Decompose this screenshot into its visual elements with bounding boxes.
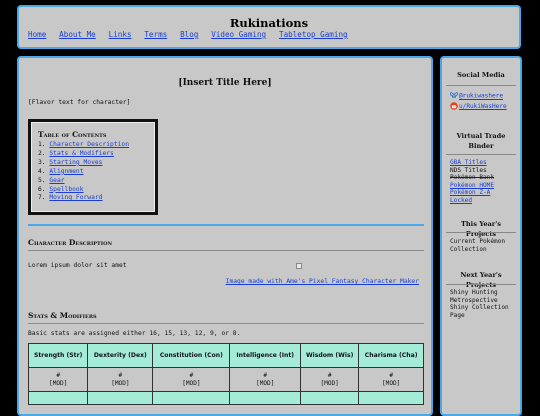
stat-cell: # [MOD]	[152, 367, 231, 392]
stat-col-header: Charisma (Cha)	[358, 343, 424, 368]
nav-blog[interactable]: Blog	[180, 30, 198, 39]
toc-link-spellbook[interactable]: Spellbook	[49, 186, 83, 193]
stat-cell	[27, 391, 89, 405]
toc-link-character-description[interactable]: Character Description	[49, 141, 129, 148]
description-text: Lorem ipsum dolor sit amet	[28, 262, 127, 269]
toc-item: 4. Alignment	[38, 167, 84, 175]
stat-cell: # [MOD]	[87, 367, 154, 392]
next-year-heading: Next Year's Projects	[460, 271, 502, 289]
nav-home[interactable]: Home	[28, 30, 46, 39]
sidebar-divider	[446, 154, 516, 155]
site-header: Rukinations Home About Me Links Terms Bl…	[17, 5, 521, 49]
reddit-icon	[450, 102, 458, 110]
stat-cell	[229, 391, 302, 405]
flavor-text: [Flavor text for character]	[28, 99, 131, 106]
sidebar-divider	[446, 85, 516, 86]
this-year-heading: This Year's Projects	[460, 220, 502, 238]
image-caption: Image made with Ame's Pixel Fantasy Char…	[19, 278, 419, 285]
toc-item: 5. Gear	[38, 176, 65, 184]
character-maker-link[interactable]: Image made with Ame's Pixel Fantasy Char…	[226, 278, 419, 285]
toc-link-stats-modifiers[interactable]: Stats & Modifiers	[49, 150, 113, 157]
sidebar-divider	[446, 284, 516, 285]
stats-table: Strength (Str) Dexterity (Dex) Constitut…	[27, 343, 424, 405]
stats-header-row: Strength (Str) Dexterity (Dex) Constitut…	[27, 343, 424, 368]
stat-cell	[300, 391, 360, 405]
sidebar: Social Media @rukiwashere u/RukiWasHere …	[440, 56, 522, 416]
stat-cell: # [MOD]	[229, 367, 302, 392]
social-link-bluesky[interactable]: @rukiwashere	[450, 92, 503, 100]
stats-intro-text: Basic stats are assigned either 16, 15, …	[28, 330, 241, 337]
this-year-text: Current Pokémon Collection	[450, 238, 506, 253]
character-image	[296, 263, 302, 269]
stat-cell: # [MOD]	[27, 367, 89, 392]
table-of-contents: Table of Contents 1. Character Descripti…	[28, 119, 158, 215]
nav-video-gaming[interactable]: Video Gaming	[211, 30, 266, 39]
toc-item: 7. Moving Forward	[38, 194, 103, 202]
stats-next-row	[27, 391, 424, 405]
toc-link-starting-moves[interactable]: Starting Moves	[49, 159, 102, 166]
stat-cell	[152, 391, 231, 405]
sidebar-divider	[446, 232, 516, 233]
toc-item: 3. Starting Moves	[38, 158, 103, 166]
nav-about-me[interactable]: About Me	[59, 30, 96, 39]
social-link-reddit[interactable]: u/RukiWasHere	[450, 102, 507, 110]
stat-col-header: Strength (Str)	[27, 343, 89, 368]
toc-link-alignment[interactable]: Alignment	[49, 168, 83, 175]
toc-title: Table of Contents	[38, 130, 107, 139]
section-divider	[28, 224, 424, 226]
nav-tabletop-gaming[interactable]: Tabletop Gaming	[279, 30, 348, 39]
trade-item-gba[interactable]: GBA Titles	[450, 159, 494, 167]
stat-cell: # [MOD]	[358, 367, 424, 392]
stat-cell	[358, 391, 424, 405]
toc-link-gear[interactable]: Gear	[49, 177, 64, 184]
toc-link-moving-forward[interactable]: Moving Forward	[49, 194, 102, 201]
stat-col-header: Wisdom (Wis)	[300, 343, 360, 368]
social-media-heading: Social Media	[457, 71, 505, 79]
character-description-heading: Character Description	[28, 238, 424, 251]
page-title: [Insert Title Here]	[178, 78, 272, 88]
nav-links[interactable]: Links	[109, 30, 132, 39]
toc-item: 1. Character Description	[38, 141, 130, 148]
stat-cell: # [MOD]	[300, 367, 360, 392]
stats-value-row: # [MOD] # [MOD] # [MOD] # [MOD] # [MOD] # [MOD…	[27, 367, 424, 392]
trade-binder-heading: Virtual Trade Binder	[456, 132, 506, 150]
stat-cell	[87, 391, 154, 405]
butterfly-icon	[450, 92, 458, 98]
nav-terms[interactable]: Terms	[144, 30, 167, 39]
toc-item: 2. Stats & Modifiers	[38, 149, 114, 157]
stat-col-header: Constitution (Con)	[152, 343, 231, 368]
main-content: [Insert Title Here] [Flavor text for cha…	[17, 56, 433, 416]
top-nav: Home About Me Links Terms Blog Video Gam…	[28, 30, 356, 39]
trade-item-pokemon-za[interactable]: Pokémon Z-A	[450, 189, 494, 197]
stats-heading: Stats & Modifiers	[28, 311, 424, 324]
toc-item: 6. Spellbook	[38, 185, 84, 193]
stat-col-header: Intelligence (Int)	[229, 343, 302, 368]
trade-binder-list: GBA Titles NDS Titles Pokémon Bank Pokém…	[450, 159, 494, 205]
stat-col-header: Dexterity (Dex)	[87, 343, 154, 368]
next-year-text: Shiny Hunting Metrospective Shiny Collec…	[450, 289, 509, 319]
trade-item-locked[interactable]: Locked	[450, 197, 494, 205]
site-title: Rukinations	[229, 16, 309, 30]
trade-item-pokemon-bank: Pokémon Bank	[450, 174, 495, 182]
